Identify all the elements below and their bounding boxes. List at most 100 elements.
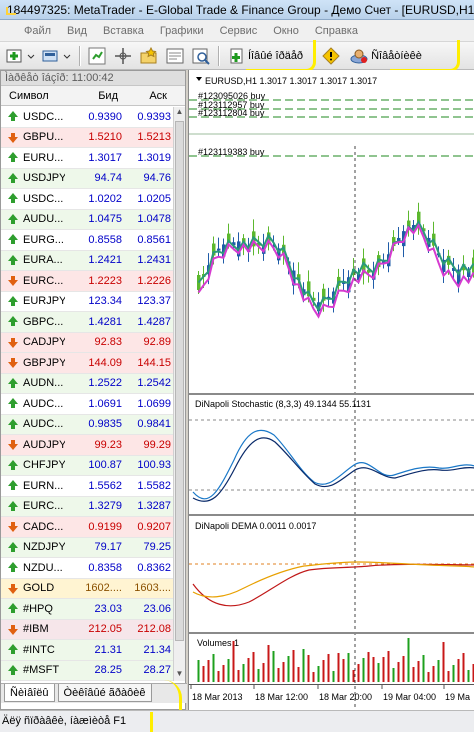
tester-button[interactable] [189,45,213,67]
ask-price: 212.08 [137,623,171,636]
toolbar-separator [218,45,219,66]
symbol-name: AUDN... [23,377,64,390]
ask-price: 1.3019 [137,151,171,164]
new-chart-button[interactable] [4,45,38,67]
symbol-name: #MSFT [23,664,60,677]
market-watch-row[interactable]: USDC... 1.0202 1.0205 [1,189,173,210]
menu-charts[interactable]: Графики [152,25,212,37]
time-label: 18 Mar 20:00 [319,692,372,702]
ask-price: 0.9393 [137,110,171,123]
market-watch-row[interactable]: EURG... 0.8558 0.8561 [1,230,173,251]
arrow-down-icon [7,439,20,451]
scroll-up-arrow-icon[interactable]: ▲ [174,107,185,119]
market-watch-row[interactable]: GBPU... 1.5210 1.5213 [1,127,173,148]
symbol-name: AUDU... [23,213,64,226]
alert-button[interactable] [319,45,343,67]
market-watch-row[interactable]: EURC... 1.2223 1.2226 [1,271,173,292]
chart-header: EURUSD,H1 1.3017 1.3017 1.3017 1.3017 [205,76,377,86]
market-watch-row[interactable]: CADC... 0.9199 0.9207 [1,517,173,538]
menu-file[interactable]: Файл [0,25,59,37]
bid-price: 23.03 [94,602,122,615]
dema-label: DiNapoli DEMA 0.0011 0.0017 [195,521,316,531]
market-watch-row[interactable]: #HPQ 23.03 23.06 [1,599,173,620]
crosshair-icon [115,47,131,64]
profiles-button[interactable] [40,45,74,67]
market-watch-row[interactable]: #IBM 212.05 212.08 [1,619,173,640]
bid-price: 144.09 [88,356,122,369]
column-ask[interactable]: Аск [118,90,167,102]
expert-advisor-icon [350,49,368,63]
bid-price: 1.5562 [88,479,122,492]
market-watch-row[interactable]: USDJPY 94.74 94.76 [1,168,173,189]
tab-tick-chart[interactable]: Òèêîâûé ãðàôèê [57,684,152,702]
scroll-down-arrow-icon[interactable]: ▼ [174,669,185,681]
market-watch-row[interactable]: GBPJPY 144.09 144.15 [1,353,173,374]
market-watch-row[interactable]: EURU... 1.3017 1.3019 [1,148,173,169]
bid-price: 1.0202 [88,192,122,205]
market-watch-header: Ìàðêåò îáçîð: 11:00:42 [1,71,185,86]
symbol-name: EURC... [23,274,64,287]
market-watch-row[interactable]: CADJPY 92.83 92.89 [1,332,173,353]
market-watch-row[interactable]: #INTC 21.31 21.34 [1,640,173,661]
bid-price: 99.23 [94,438,122,451]
market-watch-row[interactable]: AUDC... 1.0691 1.0699 [1,394,173,415]
bid-price: 94.74 [94,172,122,185]
column-bid[interactable]: Бид [61,90,118,102]
arrow-up-icon [7,644,20,655]
bid-price: 79.17 [94,541,122,554]
market-watch-row[interactable]: AUDU... 1.0475 1.0478 [1,209,173,230]
data-window-button[interactable] [111,45,135,67]
chart-window[interactable]: EURUSD,H1 1.3017 1.3017 1.3017 1.3017 #1… [188,70,474,710]
menu-window[interactable]: Окно [265,25,307,37]
ask-price: 1.0478 [137,213,171,226]
menu-insert[interactable]: Вставка [95,25,152,37]
market-watch-row[interactable]: GOLD 1602.... 1603.... [1,578,173,599]
market-watch-row[interactable]: GBPC... 1.4281 1.4287 [1,312,173,333]
arrow-up-icon [7,603,20,614]
market-watch-row[interactable]: AUDN... 1.2522 1.2542 [1,373,173,394]
arrow-up-icon [7,254,20,266]
symbol-name: GOLD [23,582,55,595]
market-watch-row[interactable]: EURJPY 123.34 123.37 [1,291,173,312]
arrow-down-icon [7,337,20,348]
tab-symbols[interactable]: Ñèìâîëû [4,684,55,702]
ask-price: 23.06 [143,602,171,615]
symbol-name: EURC... [23,500,64,513]
menu-view[interactable]: Вид [59,25,95,37]
market-watch-scrollbar[interactable]: ▲ ▼ [173,107,185,681]
warning-icon [322,46,340,65]
menu-help[interactable]: Справка [307,25,366,37]
arrow-up-icon [7,111,20,122]
bid-price: 1.2223 [88,274,122,287]
symbol-name: AUDJPY [23,438,65,451]
market-watch-row[interactable]: EURA... 1.2421 1.2431 [1,250,173,271]
market-watch-row[interactable]: NZDJPY 79.17 79.25 [1,537,173,558]
symbol-name: EURU... [23,151,64,164]
new-order-icon [230,48,243,63]
arrow-up-icon [7,377,20,389]
market-watch-row[interactable]: NZDU... 0.8358 0.8362 [1,558,173,579]
scrollbar-thumb[interactable] [175,121,184,641]
menu-tools[interactable]: Сервис [212,25,266,37]
eurusd-chart[interactable]: EURUSD,H1 1.3017 1.3017 1.3017 1.3017 #1… [189,70,474,710]
arrow-up-icon [7,152,20,163]
symbol-name: EURA... [23,254,63,267]
market-watch-row[interactable]: AUDC... 0.9835 0.9841 [1,414,173,435]
market-watch-list: USDC... 0.9390 0.9393 GBPU... 1.5210 1.5213 EU… [1,107,173,681]
arrow-up-icon [7,664,20,676]
navigator-button[interactable] [137,45,161,67]
market-watch-row[interactable]: EURC... 1.3279 1.3287 [1,496,173,517]
market-watch-button[interactable] [85,45,109,67]
column-symbol[interactable]: Символ [1,90,61,102]
bid-price: 1.0475 [88,213,122,226]
market-watch-row[interactable]: EURN... 1.5562 1.5582 [1,476,173,497]
market-watch-row[interactable]: AUDJPY 99.23 99.29 [1,435,173,456]
terminal-button[interactable] [163,45,187,67]
window-title: 184497325: MetaTrader - E-Global Trade &… [7,2,474,17]
bid-price: 1.3279 [88,500,122,513]
arrow-down-icon [7,357,20,369]
market-watch-row[interactable]: #MSFT 28.25 28.27 [1,660,173,681]
market-watch-row[interactable]: USDC... 0.9390 0.9393 [1,107,173,128]
new-chart-icon [6,49,35,62]
market-watch-row[interactable]: CHFJPY 100.87 100.93 [1,455,173,476]
